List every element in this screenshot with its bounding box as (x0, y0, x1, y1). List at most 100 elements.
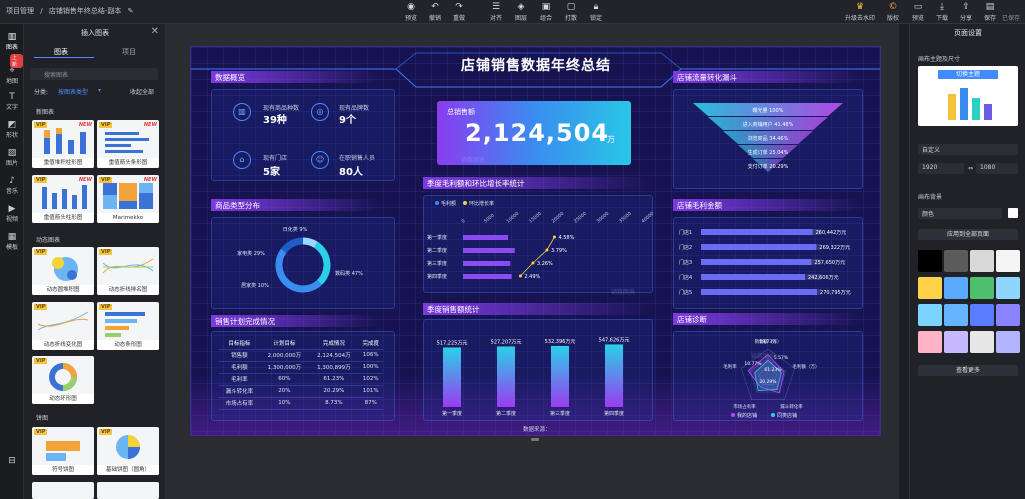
breadcrumb-root[interactable]: 项目管理 (6, 7, 34, 15)
canvas-width-input[interactable]: 1920 (918, 163, 964, 174)
rail-item-video[interactable]: ▶ 视频 (0, 204, 24, 223)
chart-thumb[interactable]: VIP 动态折线变化图 (32, 302, 94, 350)
rail-item-music[interactable]: ♪ 音乐 (0, 176, 24, 195)
table-row: 漏斗转化率 20% 20.29% 101% (219, 385, 383, 398)
color-swatch[interactable] (918, 250, 942, 272)
table-row: 销售额 2,000,000万 2,124,504万 106% (219, 349, 383, 362)
table-row: 毛利率 60% 61.23% 102% (219, 373, 383, 386)
color-swatch[interactable] (970, 250, 994, 272)
legend-label: 环比增长率 (469, 200, 494, 207)
color-swatch[interactable] (970, 277, 994, 299)
canvas-preset-select[interactable]: 自定义 (918, 144, 1018, 155)
color-swatch[interactable] (944, 250, 968, 272)
chart-thumb[interactable]: VIP NEW 重值箭头柱形图 (32, 175, 94, 223)
chart-thumb[interactable]: VIP 动态圆堆积图 (32, 247, 94, 295)
y-tick-label: 第一季度 (427, 234, 447, 241)
profit-bar-chart: 门店1 260,442万元门店2 269,322万元门店3 257,650万元门店4 2… (679, 229, 851, 296)
color-swatch[interactable] (944, 331, 968, 353)
people-icon: ☺ (311, 151, 329, 169)
chart-thumb[interactable]: VIP 动态折线排名图 (97, 247, 159, 295)
chart-thumb[interactable]: VIP NEW 重值箭头条形图 (97, 120, 159, 168)
close-icon[interactable]: ✕ (151, 26, 159, 37)
rail-item-chart[interactable]: ▥ 图表 (0, 32, 24, 51)
rail-item-shape[interactable]: ◩ 形状 (0, 120, 24, 139)
color-swatch[interactable] (918, 277, 942, 299)
chart-thumb[interactable]: VIP 符号饼图 (32, 427, 94, 475)
growth-rate-line (520, 236, 555, 277)
color-swatch[interactable] (996, 250, 1020, 272)
rail-item-text[interactable]: T 文字 (0, 92, 24, 111)
chart-thumb[interactable]: VIP 基础饼图（圆角） (97, 427, 159, 475)
dashboard-title: 店铺销售数据年终总结 (461, 58, 611, 74)
table-cell: 10% (259, 397, 310, 410)
chart-thumb[interactable]: VIP NEW Marimekko (97, 175, 159, 223)
left-rail: ▥ 图表 上新 ⌖ 地图 T 文字 ◩ 形状 ▨ 图片 ♪ 音乐 ▶ 视频 ▦ 模板 ⊟ (0, 24, 24, 499)
chart-thumb[interactable]: VIP 动态环形图 (32, 356, 94, 404)
lock-button[interactable]: 🔒︎ 锁定 (581, 2, 611, 22)
color-swatch[interactable] (996, 304, 1020, 326)
view-more-button[interactable]: 查看更多 (918, 365, 1018, 376)
profit-bar (701, 274, 805, 280)
color-swatch[interactable] (944, 277, 968, 299)
rail-item-image[interactable]: ▨ 图片 (0, 148, 24, 167)
funnel-label: 浏览商品 34.46% (748, 135, 789, 142)
profit-bar (701, 259, 812, 265)
section-title-quarter-growth: 季度毛利额和环比增长率统计 (423, 177, 653, 189)
color-swatch[interactable] (944, 304, 968, 326)
color-swatch[interactable] (970, 304, 994, 326)
table-header-row: 目标指标 计划目标 完成情况 完成度 (219, 337, 383, 350)
section-dynamic-charts[interactable]: 动态图表 (36, 235, 60, 244)
profit-value-label: 242,606万元 (808, 275, 839, 281)
search-input[interactable]: 搜索图表 (30, 68, 158, 80)
chevron-down-icon[interactable]: ▾ (98, 87, 101, 94)
filter-dropdown[interactable]: 按图表类型 (58, 87, 88, 96)
section-new-charts[interactable]: 新图表 (36, 107, 54, 116)
remove-watermark-button[interactable]: ♛ 升级去水印 (838, 2, 882, 22)
tab-projects[interactable]: 项目 (122, 47, 136, 57)
color-swatch[interactable] (918, 304, 942, 326)
map-icon: ⌖ (9, 66, 15, 76)
rail-item-map[interactable]: ⌖ 地图 (0, 66, 24, 85)
tab-charts[interactable]: 图表 (54, 47, 68, 57)
radar-value-label: 5.57% (774, 355, 789, 361)
color-swatch[interactable] (970, 331, 994, 353)
color-swatch[interactable] (996, 331, 1020, 353)
bg-color-picker[interactable] (1008, 208, 1018, 218)
color-swatch[interactable] (918, 331, 942, 353)
top-toolbar: 项目管理 / 店铺销售年终总结-副本 ✎ ◉ 预览 ↶ 撤销 ↷ 重做 ☰ 对齐 ◈ 图层… (0, 0, 1025, 24)
document-title[interactable]: 店铺销售年终总结-副本 (49, 7, 122, 15)
funnel-label: 支付订单 20.29% (748, 163, 789, 170)
bg-type-select[interactable]: 颜色 (918, 208, 1002, 219)
canvas-resize-handle[interactable] (531, 438, 539, 441)
chart-thumb[interactable] (97, 482, 159, 499)
color-swatch[interactable] (996, 277, 1020, 299)
x-tick-label: 第三季度 (550, 410, 570, 417)
collapse-all-button[interactable]: 收起全部 (130, 87, 154, 96)
link-icon[interactable]: ⇔ (968, 165, 973, 172)
collapse-panel-icon[interactable]: ⊟ (0, 456, 24, 466)
rail-item-template[interactable]: ▦ 模板 (0, 232, 24, 251)
chart-thumb[interactable] (32, 482, 94, 499)
total-sales-label: 总销售额 (447, 108, 475, 116)
growth-rate-label: 3.79% (551, 248, 567, 254)
crown-icon: ♛ (855, 2, 865, 12)
chart-icon: ▥ (7, 32, 17, 42)
chart-thumb[interactable]: VIP 动态条形图 (97, 302, 159, 350)
shape-icon: ◩ (7, 120, 17, 130)
section-title-overview: 数据概览 (211, 71, 381, 83)
image-icon: ▨ (7, 148, 17, 158)
edit-title-icon[interactable]: ✎ (128, 7, 134, 15)
dashboard-board[interactable]: 店铺销售数据年终总结 数据概览 ▥ 现有商品种数 39种 ◎ 现有品牌数 9个 … (190, 46, 881, 436)
canvas-height-input[interactable]: 1080 (976, 163, 1018, 174)
theme-preview[interactable]: 切换主题 (918, 66, 1018, 126)
redo-button[interactable]: ↷ 重做 (444, 2, 474, 22)
plan-table: 目标指标 计划目标 完成情况 完成度 销售额 2,000,000万 2,124,50… (219, 337, 383, 410)
table-cell: 毛利率 (219, 373, 260, 386)
quarter-growth-chart: 毛利额 环比增长率 0 5000 10000 15000 20000 25000 30000 35… (427, 200, 653, 280)
section-title-quarter-sales: 季度销售额统计 (423, 303, 653, 315)
apply-all-pages-button[interactable]: 应用到全部页面 (918, 229, 1018, 240)
switch-theme-button[interactable]: 切换主题 (938, 70, 998, 79)
chart-thumb[interactable]: VIP NEW 重值堆积柱形图 (32, 120, 94, 168)
section-pie-charts[interactable]: 饼图 (36, 413, 48, 422)
growth-bar (463, 261, 511, 266)
